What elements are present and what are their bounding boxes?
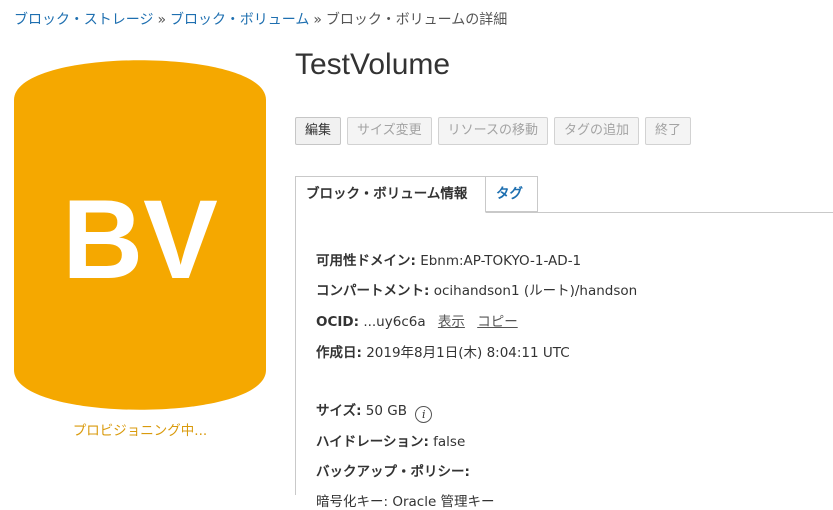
hydration-row: ハイドレーション: false xyxy=(316,430,465,450)
block-volume-icon: BV xyxy=(14,60,266,410)
backup-policy-label: バックアップ・ポリシー: xyxy=(316,464,470,480)
size-row: サイズ: 50 GB i xyxy=(316,399,433,423)
tab-tags[interactable]: タグ xyxy=(485,176,538,212)
availability-domain-value: Ebnm:AP-TOKYO-1-AD-1 xyxy=(420,253,582,269)
compartment-row: コンパートメント: ocihandson1 (ルート)/handson xyxy=(316,279,637,299)
breadcrumb-current: ブロック・ボリュームの詳細 xyxy=(325,12,508,28)
created-row: 作成日: 2019年8月1日(木) 8:04:11 UTC xyxy=(316,341,570,361)
info-icon[interactable]: i xyxy=(415,406,433,423)
compartment-label: コンパートメント: xyxy=(316,283,430,299)
ocid-row: OCID: ...uy6c6a 表示 コピー xyxy=(316,310,518,330)
breadcrumb-separator: » xyxy=(313,12,322,28)
availability-domain-label: 可用性ドメイン: xyxy=(316,253,416,269)
bv-badge-text: BV xyxy=(62,177,218,302)
move-resource-button[interactable]: リソースの移動 xyxy=(437,117,548,145)
created-value: 2019年8月1日(木) 8:04:11 UTC xyxy=(366,345,570,361)
ocid-copy-link[interactable]: コピー xyxy=(477,314,518,330)
add-tags-button[interactable]: タグの追加 xyxy=(554,117,640,145)
breadcrumb-block-volumes[interactable]: ブロック・ボリューム xyxy=(170,12,309,28)
breadcrumb: ブロック・ストレージ» ブロック・ボリューム» ブロック・ボリュームの詳細 xyxy=(14,9,507,29)
ocid-show-link[interactable]: 表示 xyxy=(438,314,465,330)
tab-bar: ブロック・ボリューム情報 タグ xyxy=(295,176,833,213)
terminate-button[interactable]: 終了 xyxy=(645,117,692,145)
resize-button[interactable]: サイズ変更 xyxy=(347,117,432,145)
backup-policy-row: バックアップ・ポリシー: xyxy=(316,460,470,480)
encryption-row: 暗号化キー: Oracle 管理キー xyxy=(316,490,495,510)
breadcrumb-separator: » xyxy=(157,12,167,28)
edit-button[interactable]: 編集 xyxy=(295,117,342,145)
tab-block-volume-info[interactable]: ブロック・ボリューム情報 xyxy=(295,176,486,213)
ocid-value: ...uy6c6a xyxy=(363,314,426,330)
action-toolbar: 編集 サイズ変更 リソースの移動 タグの追加 終了 xyxy=(295,117,692,145)
hydration-value: false xyxy=(433,434,466,450)
status-text: プロビジョニング中... xyxy=(72,423,208,439)
availability-domain-row: 可用性ドメイン: Ebnm:AP-TOKYO-1-AD-1 xyxy=(316,249,581,269)
page-title: TestVolume xyxy=(295,48,451,81)
breadcrumb-block-storage[interactable]: ブロック・ストレージ xyxy=(14,12,153,28)
created-label: 作成日: xyxy=(316,345,362,361)
encryption-text: 暗号化キー: Oracle 管理キー xyxy=(316,494,495,510)
details-panel: 可用性ドメイン: Ebnm:AP-TOKYO-1-AD-1 コンパートメント: … xyxy=(295,212,833,510)
compartment-value: ocihandson1 (ルート)/handson xyxy=(433,283,638,299)
size-label: サイズ: xyxy=(316,403,362,419)
ocid-label: OCID: xyxy=(316,314,360,330)
hydration-label: ハイドレーション: xyxy=(316,434,429,450)
size-value: 50 GB xyxy=(365,403,407,419)
